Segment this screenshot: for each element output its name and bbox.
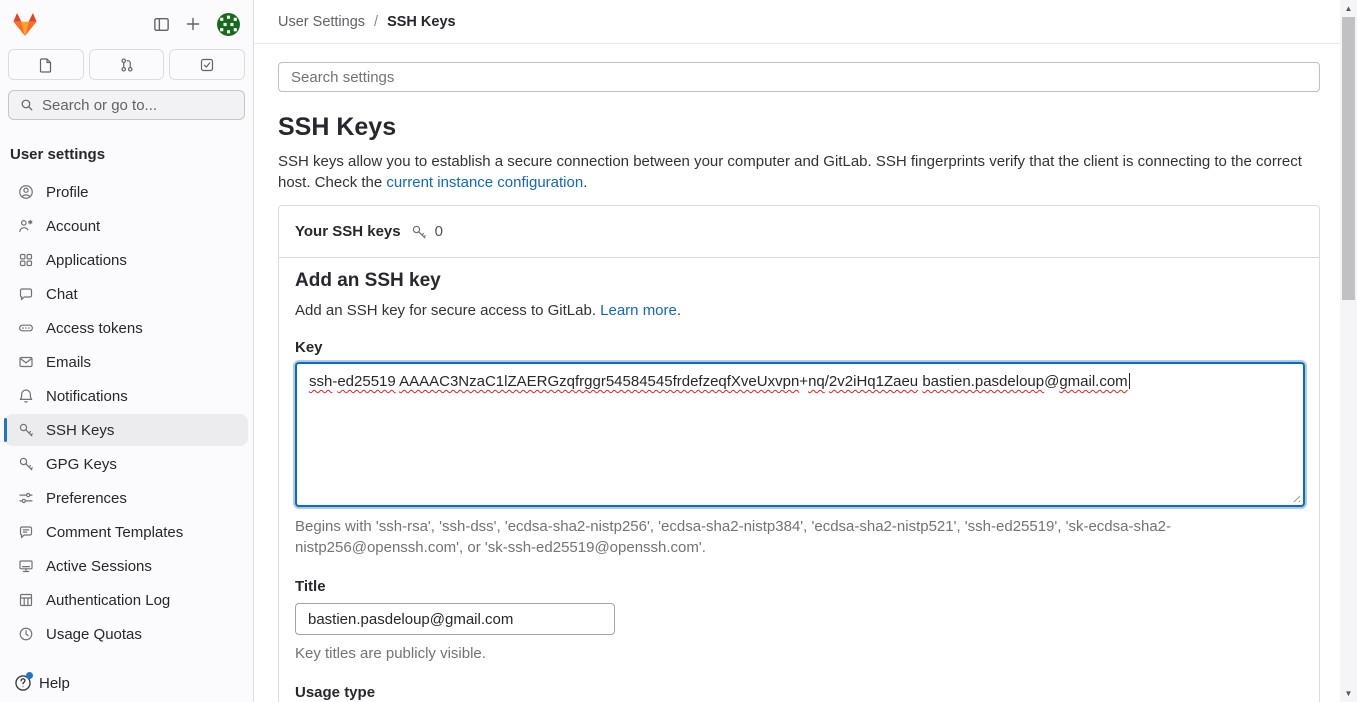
sidebar-item-profile[interactable]: Profile xyxy=(5,176,248,208)
page-scrollbar[interactable]: ▲ ▼ xyxy=(1340,0,1357,702)
text-caret xyxy=(1129,373,1130,389)
key-icon xyxy=(411,224,427,240)
sidebar-item-access-tokens[interactable]: Access tokens xyxy=(5,312,248,344)
account-icon xyxy=(18,218,34,234)
breadcrumb: User Settings / SSH Keys xyxy=(254,0,1340,44)
page-title: SSH Keys xyxy=(278,113,1320,142)
sidebar-topbar xyxy=(0,0,253,38)
quota-icon xyxy=(18,626,34,642)
toggle-sidebar-icon[interactable] xyxy=(153,16,170,33)
profile-icon xyxy=(18,184,34,200)
todo-shortcut-button[interactable] xyxy=(169,49,245,80)
sidebar-item-usage-quotas[interactable]: Usage Quotas xyxy=(5,618,248,650)
merge-request-icon xyxy=(119,57,135,73)
sidebar-menu: Profile Account Applications xyxy=(5,176,248,650)
gitlab-tanuki-icon xyxy=(12,12,38,37)
merge-requests-shortcut-button[interactable] xyxy=(89,49,165,80)
search-icon xyxy=(20,98,34,112)
title-field-label: Title xyxy=(295,578,1303,595)
card-body: Add an SSH key Add an SSH key for secure… xyxy=(279,258,1319,701)
app: Search or go to... User settings Profile… xyxy=(0,0,1357,702)
ssh-key-textarea[interactable]: ssh-ed25519 AAAAC3NzaC1lZAERGzqfrggr5458… xyxy=(295,362,1305,507)
textarea-resize-handle[interactable] xyxy=(1290,492,1300,502)
current-instance-configuration-link[interactable]: current instance configuration xyxy=(386,174,583,191)
search-or-goto[interactable]: Search or go to... xyxy=(8,90,245,120)
settings-page: SSH Keys SSH keys allow you to establish… xyxy=(254,44,1340,702)
bell-icon xyxy=(18,388,34,404)
add-ssh-key-description: Add an SSH key for secure access to GitL… xyxy=(295,302,1303,319)
gitlab-logo[interactable] xyxy=(12,12,38,37)
avatar[interactable] xyxy=(216,12,241,37)
create-new-icon[interactable] xyxy=(185,16,201,32)
scroll-up-icon[interactable]: ▲ xyxy=(1340,4,1357,13)
todo-check-icon xyxy=(199,57,215,73)
sliders-icon xyxy=(18,490,34,506)
title-input[interactable] xyxy=(295,603,615,635)
sidebar: Search or go to... User settings Profile… xyxy=(0,0,254,702)
help-icon xyxy=(14,674,32,692)
card-title: Your SSH keys xyxy=(295,223,401,240)
chat-icon xyxy=(18,286,34,302)
sidebar-item-applications[interactable]: Applications xyxy=(5,244,248,276)
page-description: SSH keys allow you to establish a secure… xyxy=(278,151,1313,193)
ssh-keys-card: Your SSH keys 0 Add an SSH key Add an SS… xyxy=(278,205,1320,702)
sidebar-item-comment-templates[interactable]: Comment Templates xyxy=(5,516,248,548)
sidebar-item-authentication-log[interactable]: Authentication Log xyxy=(5,584,248,616)
sidebar-item-emails[interactable]: Emails xyxy=(5,346,248,378)
search-settings-input[interactable] xyxy=(278,62,1320,92)
breadcrumb-ssh-keys: SSH Keys xyxy=(387,14,456,30)
log-table-icon xyxy=(18,592,34,608)
help-button[interactable]: Help xyxy=(0,664,253,702)
main-content: User Settings / SSH Keys SSH Keys SSH ke… xyxy=(254,0,1340,702)
add-ssh-key-title: Add an SSH key xyxy=(295,270,1303,292)
key-icon xyxy=(18,456,34,472)
email-icon xyxy=(18,354,34,370)
sidebar-section-title: User settings xyxy=(10,146,253,163)
learn-more-link[interactable]: Learn more xyxy=(600,302,677,319)
key-count-badge: 0 xyxy=(435,223,443,240)
sidebar-item-preferences[interactable]: Preferences xyxy=(5,482,248,514)
breadcrumb-separator: / xyxy=(374,14,378,30)
comment-lines-icon xyxy=(18,524,34,540)
sidebar-item-chat[interactable]: Chat xyxy=(5,278,248,310)
sidebar-item-gpg-keys[interactable]: GPG Keys xyxy=(5,448,248,480)
search-or-goto-label: Search or go to... xyxy=(42,97,157,114)
key-help-text: Begins with 'ssh-rsa', 'ssh-dss', 'ecdsa… xyxy=(295,516,1235,558)
applications-icon xyxy=(18,252,34,268)
title-help-text: Key titles are publicly visible. xyxy=(295,643,1235,664)
sidebar-item-account[interactable]: Account xyxy=(5,210,248,242)
help-label: Help xyxy=(39,675,70,692)
usage-type-label: Usage type xyxy=(295,684,1303,701)
card-header: Your SSH keys 0 xyxy=(279,206,1319,258)
monitor-icon xyxy=(18,558,34,574)
key-icon xyxy=(18,422,34,438)
scrollbar-thumb[interactable] xyxy=(1342,17,1355,300)
sidebar-item-ssh-keys[interactable]: SSH Keys xyxy=(5,414,248,446)
help-notification-dot xyxy=(26,672,33,679)
sidebar-item-active-sessions[interactable]: Active Sessions xyxy=(5,550,248,582)
sidebar-shortcuts xyxy=(8,49,245,80)
sidebar-item-notifications[interactable]: Notifications xyxy=(5,380,248,412)
breadcrumb-user-settings[interactable]: User Settings xyxy=(278,14,365,30)
key-field-label: Key xyxy=(295,339,1303,356)
token-icon xyxy=(18,320,34,336)
issues-icon xyxy=(38,57,54,73)
scroll-down-icon[interactable]: ▼ xyxy=(1340,689,1357,698)
issues-shortcut-button[interactable] xyxy=(8,49,84,80)
